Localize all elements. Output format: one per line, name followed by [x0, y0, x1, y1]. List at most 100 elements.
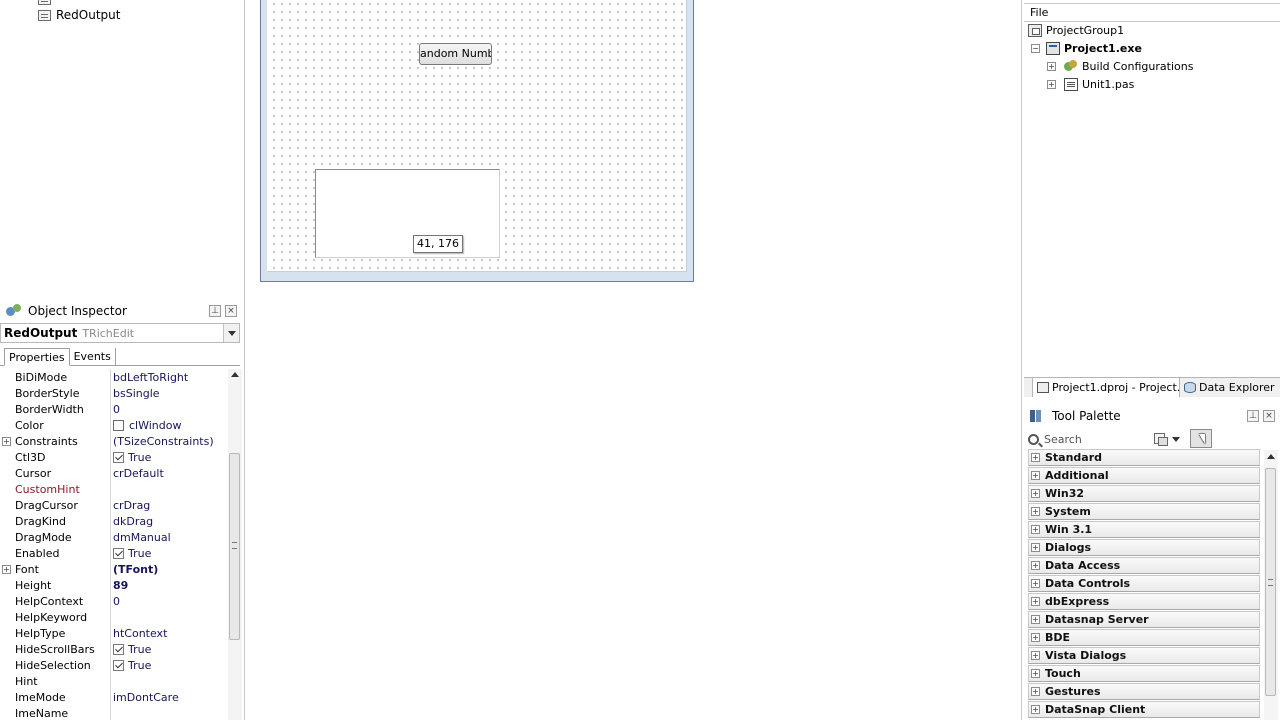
property-value[interactable]: (TSizeConstraints) [113, 435, 214, 448]
property-row[interactable]: DragKind dkDrag [0, 513, 228, 529]
category-gestures[interactable]: + Gestures [1028, 683, 1260, 700]
property-value[interactable]: dmManual [113, 531, 171, 544]
category-standard[interactable]: + Standard [1028, 449, 1260, 466]
property-row[interactable]: + Font (TFont) [0, 561, 228, 577]
property-row[interactable]: ImeMode imDontCare [0, 689, 228, 705]
property-row[interactable]: Cursor crDefault [0, 465, 228, 481]
scrollbar-thumb[interactable] [229, 453, 240, 640]
property-row[interactable]: HideScrollBars True [0, 641, 228, 657]
expand-icon[interactable]: + [1031, 453, 1040, 462]
right-splitter[interactable] [1021, 0, 1022, 720]
tree-item-redoutput[interactable]: RedOutput [38, 7, 120, 23]
expand-icon[interactable]: + [1031, 687, 1040, 696]
build-configurations-node[interactable]: Build Configurations [1064, 57, 1193, 75]
property-row[interactable]: BiDiMode bdLeftToRight [0, 369, 228, 385]
property-row[interactable]: DragMode dmManual [0, 529, 228, 545]
category-data-access[interactable]: + Data Access [1028, 557, 1260, 574]
category-touch[interactable]: + Touch [1028, 665, 1260, 682]
chevron-down-icon[interactable] [1172, 437, 1180, 442]
property-value[interactable]: crDrag [113, 499, 150, 512]
scrollbar-thumb[interactable] [1265, 468, 1276, 696]
category-vista-dialogs[interactable]: + Vista Dialogs [1028, 647, 1260, 664]
property-value[interactable]: imDontCare [113, 691, 179, 704]
tab-properties[interactable]: Properties [4, 348, 70, 366]
property-value[interactable]: True [113, 643, 151, 656]
property-row[interactable]: Height 89 [0, 577, 228, 593]
property-row[interactable]: CustomHint [0, 481, 228, 497]
expand-icon[interactable]: + [1031, 471, 1040, 480]
tab-project-manager[interactable]: Project1.dproj - Project... [1032, 378, 1180, 397]
category-win31[interactable]: + Win 3.1 [1028, 521, 1260, 538]
scroll-up-icon[interactable] [231, 372, 239, 377]
richedit-control[interactable] [315, 169, 500, 258]
property-value[interactable]: 0 [113, 595, 120, 608]
property-row[interactable]: DragCursor crDrag [0, 497, 228, 513]
expand-icon[interactable]: + [2, 437, 11, 446]
left-splitter[interactable] [244, 0, 245, 720]
close-icon[interactable]: × [1263, 410, 1275, 422]
property-value[interactable]: True [113, 451, 151, 464]
property-row[interactable]: BorderWidth 0 [0, 401, 228, 417]
property-value[interactable]: clWindow [113, 419, 181, 432]
expand-icon[interactable]: + [1031, 633, 1040, 642]
expand-icon[interactable]: + [2, 565, 11, 574]
property-value[interactable]: dkDrag [113, 515, 153, 528]
checkbox[interactable] [113, 451, 124, 463]
property-value[interactable]: (TFont) [113, 563, 158, 576]
category-system[interactable]: + System [1028, 503, 1260, 520]
property-row[interactable]: Color clWindow [0, 417, 228, 433]
property-grid-scrollbar[interactable] [228, 369, 242, 720]
form-canvas[interactable]: andom Numbe 41, 176 [267, 0, 687, 272]
category-dbexpress[interactable]: + dbExpress [1028, 593, 1260, 610]
property-value[interactable]: 0 [113, 403, 120, 416]
property-value[interactable]: htContext [113, 627, 167, 640]
expand-icon[interactable]: + [1031, 615, 1040, 624]
expand-icon[interactable]: + [1031, 669, 1040, 678]
pin-icon[interactable]: ⊥ [1247, 410, 1259, 422]
search-input[interactable]: Search [1044, 433, 1144, 446]
property-row[interactable]: HelpKeyword [0, 609, 228, 625]
category-data-controls[interactable]: + Data Controls [1028, 575, 1260, 592]
category-win32[interactable]: + Win32 [1028, 485, 1260, 502]
filter-icon[interactable] [1154, 433, 1168, 446]
category-datasnap-server[interactable]: + Datasnap Server [1028, 611, 1260, 628]
scroll-up-icon[interactable] [1267, 454, 1275, 459]
property-row[interactable]: HelpContext 0 [0, 593, 228, 609]
tool-palette-scrollbar[interactable] [1264, 450, 1278, 720]
tab-events[interactable]: Events [70, 348, 116, 366]
tree-item-partial[interactable] [38, 0, 56, 7]
expand-icon[interactable]: + [1047, 62, 1056, 71]
category-bde[interactable]: + BDE [1028, 629, 1260, 646]
property-row[interactable]: Ctl3D True [0, 449, 228, 465]
expand-icon[interactable]: + [1031, 579, 1040, 588]
project-node[interactable]: Project1.exe [1046, 39, 1142, 57]
expand-icon[interactable]: + [1031, 489, 1040, 498]
property-value[interactable]: crDefault [113, 467, 164, 480]
expand-icon[interactable]: + [1031, 597, 1040, 606]
expand-icon[interactable]: + [1031, 561, 1040, 570]
random-number-button[interactable]: andom Numbe [419, 43, 492, 65]
property-row[interactable]: Enabled True [0, 545, 228, 561]
property-row[interactable]: + Constraints (TSizeConstraints) [0, 433, 228, 449]
expand-icon[interactable]: + [1047, 80, 1056, 89]
chevron-down-icon[interactable] [223, 324, 239, 342]
property-row[interactable]: BorderStyle bsSingle [0, 385, 228, 401]
category-datasnap-client[interactable]: + DataSnap Client [1028, 701, 1260, 718]
property-row[interactable]: Hint [0, 673, 228, 689]
tool-palette-search[interactable]: Search [1026, 428, 1278, 450]
expand-icon[interactable]: + [1031, 507, 1040, 516]
checkbox[interactable] [113, 659, 124, 671]
checkbox[interactable] [113, 547, 124, 559]
property-row[interactable]: ImeName [0, 705, 228, 720]
close-icon[interactable]: × [225, 305, 237, 317]
expand-icon[interactable]: + [1031, 705, 1040, 714]
property-row[interactable]: HelpType htContext [0, 625, 228, 641]
property-row[interactable]: HideSelection True [0, 657, 228, 673]
property-value[interactable]: True [113, 659, 151, 672]
property-value[interactable]: 89 [113, 579, 128, 592]
object-selector-combo[interactable]: RedOutput TRichEdit [0, 323, 240, 343]
expand-icon[interactable]: + [1031, 651, 1040, 660]
category-additional[interactable]: + Additional [1028, 467, 1260, 484]
expand-icon[interactable]: + [1031, 543, 1040, 552]
unit-node[interactable]: Unit1.pas [1064, 75, 1134, 93]
